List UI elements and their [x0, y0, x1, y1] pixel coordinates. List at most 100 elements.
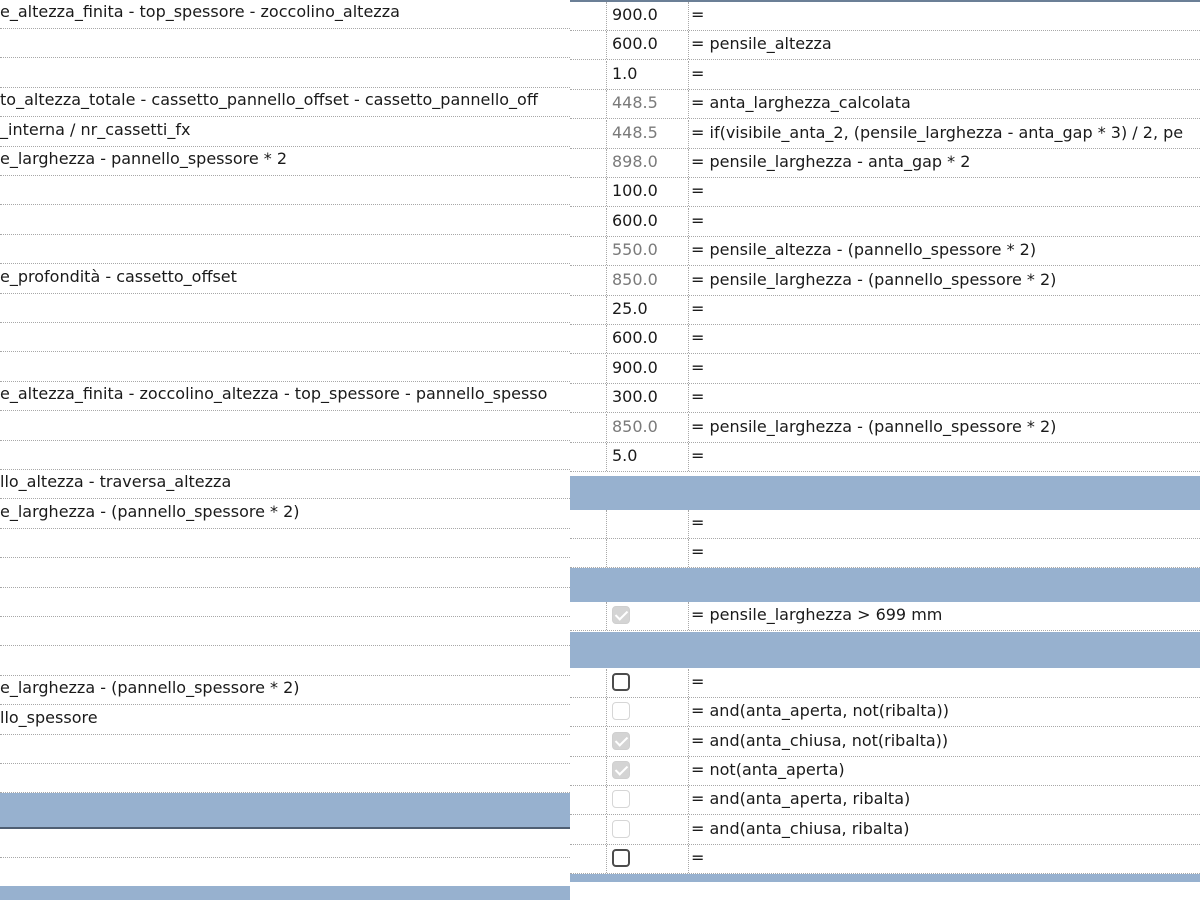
parameter-row[interactable]: 900.0 = — [570, 2, 1200, 31]
parameter-value-cell[interactable]: 550.0 — [606, 237, 689, 266]
parameter-formula[interactable]: = and(anta_chiusa, ribalta) — [691, 819, 909, 838]
parameter-formula[interactable]: = — [691, 513, 704, 532]
parameter-formula[interactable]: = — [691, 672, 704, 691]
parameter-row[interactable]: 448.5 = if(visibile_anta_2, (pensile_larg… — [570, 119, 1200, 149]
parameter-formula[interactable]: = and(anta_chiusa, not(ribalta)) — [691, 731, 948, 750]
parameter-value-cell[interactable]: 448.5 — [606, 119, 689, 148]
parameter-row[interactable] — [0, 441, 570, 470]
parameter-row[interactable]: 25.0 = — [570, 296, 1200, 325]
parameter-formula[interactable]: = and(anta_aperta, ribalta) — [691, 789, 910, 808]
parameter-row[interactable]: 5.0 = — [570, 443, 1200, 472]
parameter-value-cell[interactable] — [606, 602, 689, 630]
parameter-row[interactable] — [0, 353, 570, 382]
parameter-formula[interactable]: = not(anta_aperta) — [691, 760, 845, 779]
parameter-row[interactable]: 600.0 = — [570, 325, 1200, 355]
parameter-row[interactable] — [0, 647, 570, 676]
parameter-row[interactable] — [0, 764, 570, 794]
parameter-row[interactable] — [0, 617, 570, 647]
parameter-formula[interactable]: = anta_larghezza_calcolata — [691, 93, 911, 112]
parameter-formula[interactable]: = — [691, 387, 704, 406]
parameter-value-cell[interactable] — [606, 669, 689, 697]
parameter-row[interactable]: 900.0 = — [570, 354, 1200, 384]
parameter-formula[interactable]: = pensile_larghezza > 699 mm — [691, 605, 942, 624]
parameter-row[interactable]: 1.0 = — [570, 60, 1200, 90]
parameter-row[interactable]: = and(anta_chiusa, not(ribalta)) — [570, 727, 1200, 757]
parameter-value-cell[interactable] — [606, 539, 689, 567]
parameter-formula[interactable]: = — [691, 5, 704, 24]
group-header-band[interactable] — [570, 874, 1200, 882]
parameter-formula[interactable]: = — [691, 542, 704, 561]
parameter-formula[interactable]: = pensile_altezza — [691, 34, 832, 53]
parameter-row[interactable]: 600.0 = — [570, 207, 1200, 237]
parameter-row[interactable]: 898.0 = pensile_larghezza - anta_gap * 2 — [570, 149, 1200, 178]
parameter-row[interactable]: = not(anta_aperta) — [570, 756, 1200, 786]
parameter-value-cell[interactable]: 448.5 — [606, 90, 689, 119]
checkbox[interactable] — [612, 790, 630, 809]
parameter-row[interactable]: 300.0 = — [570, 384, 1200, 414]
parameter-formula[interactable]: = pensile_larghezza - (pannello_spessore… — [691, 270, 1056, 289]
parameter-row[interactable]: e_altezza_finita - zoccolino_altezza - t… — [0, 382, 570, 412]
parameter-row[interactable]: e_larghezza - (pannello_spessore * 2) — [0, 676, 570, 706]
parameter-formula[interactable]: = — [691, 328, 704, 347]
parameter-row[interactable]: = and(anta_aperta, not(ribalta)) — [570, 698, 1200, 728]
parameter-row[interactable] — [0, 235, 570, 265]
parameter-row[interactable]: 550.0 = pensile_altezza - (pannello_spess… — [570, 237, 1200, 267]
parameter-row[interactable]: e_altezza_finita - top_spessore - zoccol… — [0, 0, 570, 29]
group-header-band[interactable] — [570, 632, 1200, 668]
parameter-row[interactable]: llo_spessore — [0, 706, 570, 735]
parameter-value-cell[interactable] — [606, 756, 689, 785]
checkbox-checked[interactable] — [612, 731, 630, 750]
parameter-formula[interactable]: = — [691, 848, 704, 867]
parameter-formula[interactable]: = and(anta_aperta, not(ribalta)) — [691, 701, 949, 720]
group-header-band[interactable] — [570, 568, 1200, 602]
parameter-value-cell[interactable]: 600.0 — [606, 207, 689, 236]
checkbox[interactable] — [612, 848, 630, 867]
parameter-value-cell[interactable] — [606, 698, 689, 727]
parameter-value-cell[interactable]: 900.0 — [606, 354, 689, 383]
parameter-row[interactable]: = — [570, 539, 1200, 568]
parameter-formula[interactable]: = if(visibile_anta_2, (pensile_larghezza… — [691, 123, 1183, 142]
parameter-row[interactable] — [0, 588, 570, 617]
checkbox-checked[interactable] — [612, 606, 630, 624]
parameter-value-cell[interactable]: 898.0 — [606, 149, 689, 177]
parameter-row[interactable] — [0, 735, 570, 764]
parameter-row[interactable]: = pensile_larghezza > 699 mm — [570, 602, 1200, 631]
checkbox[interactable] — [612, 819, 630, 838]
group-header-band[interactable] — [0, 793, 570, 829]
group-header-band[interactable] — [0, 886, 570, 900]
parameter-value-cell[interactable]: 600.0 — [606, 31, 689, 60]
parameter-row[interactable]: = — [570, 669, 1200, 698]
parameter-row[interactable]: e_profondità - cassetto_offset — [0, 265, 570, 294]
parameter-row[interactable] — [0, 412, 570, 441]
parameter-row[interactable]: to_altezza_totale - cassetto_pannello_of… — [0, 88, 570, 118]
parameter-row[interactable]: 850.0 = pensile_larghezza - (pannello_spe… — [570, 266, 1200, 296]
parameter-formula[interactable]: = pensile_larghezza - (pannello_spessore… — [691, 417, 1056, 436]
parameter-value-cell[interactable] — [606, 510, 689, 538]
parameter-value-cell[interactable] — [606, 815, 689, 844]
parameter-value-cell[interactable]: 300.0 — [606, 384, 689, 413]
parameter-row[interactable] — [0, 858, 570, 887]
parameter-row[interactable]: 448.5 = anta_larghezza_calcolata — [570, 90, 1200, 120]
parameter-row[interactable] — [0, 829, 570, 858]
parameter-value-cell[interactable]: 25.0 — [606, 296, 689, 324]
parameter-formula[interactable]: = — [691, 446, 704, 465]
parameter-value-cell[interactable] — [606, 786, 689, 815]
parameter-row[interactable]: = and(anta_chiusa, ribalta) — [570, 815, 1200, 845]
parameter-row[interactable] — [0, 59, 570, 88]
parameter-value-cell[interactable]: 900.0 — [606, 2, 689, 30]
parameter-row[interactable]: 600.0 = pensile_altezza — [570, 31, 1200, 61]
parameter-value-cell[interactable]: 1.0 — [606, 60, 689, 89]
parameter-formula[interactable]: = pensile_larghezza - anta_gap * 2 — [691, 152, 970, 171]
parameter-row[interactable]: llo_altezza - traversa_altezza — [0, 470, 570, 500]
parameter-formula[interactable]: = — [691, 181, 704, 200]
parameter-row[interactable]: = — [570, 510, 1200, 539]
parameter-value-cell[interactable] — [606, 844, 689, 873]
parameter-row[interactable]: = — [570, 844, 1200, 874]
parameter-formula[interactable]: = — [691, 358, 704, 377]
parameter-row[interactable] — [0, 559, 570, 588]
parameter-formula[interactable]: = — [691, 211, 704, 230]
parameter-row[interactable]: _interna / nr_cassetti_fx — [0, 118, 570, 147]
parameter-row[interactable] — [0, 294, 570, 323]
parameter-value-cell[interactable]: 100.0 — [606, 178, 689, 207]
parameter-formula[interactable]: = — [691, 64, 704, 83]
